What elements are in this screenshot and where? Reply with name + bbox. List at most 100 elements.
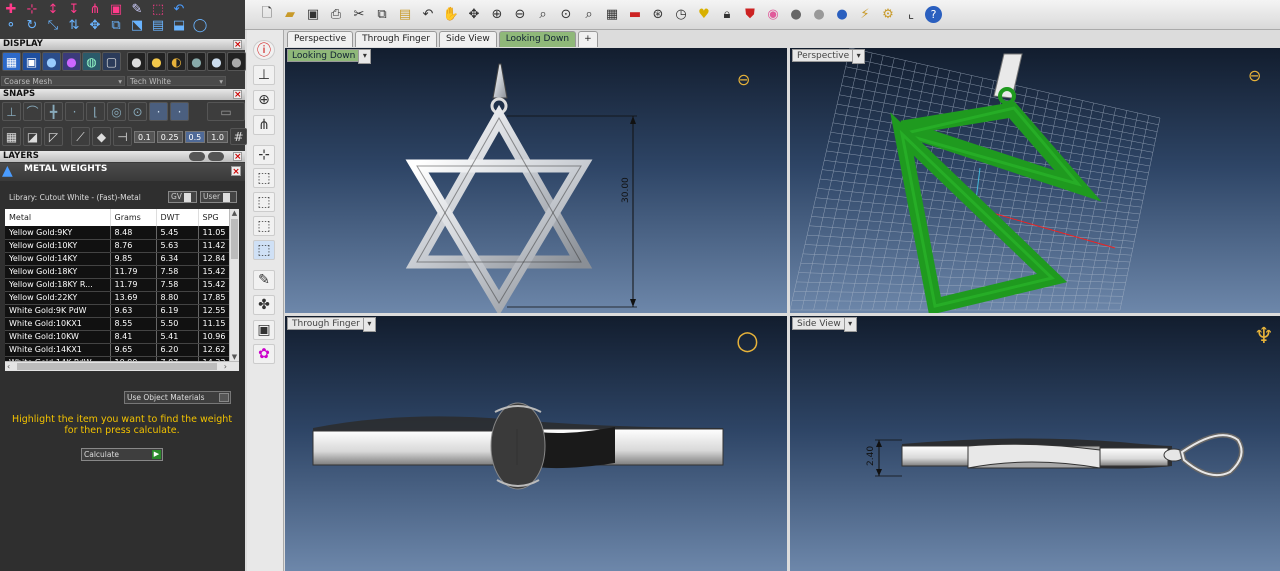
- mesh-dropdown[interactable]: Coarse Mesh: [1, 76, 125, 87]
- mid-snap-icon[interactable]: ·: [65, 102, 84, 121]
- help-icon[interactable]: ?: [925, 6, 942, 23]
- wand-icon[interactable]: ⚡︎: [856, 5, 874, 25]
- circle-icon[interactable]: ◯: [191, 17, 209, 34]
- cube-front-icon[interactable]: ⬚: [253, 192, 275, 212]
- undo-icon[interactable]: ↶: [419, 5, 437, 25]
- cube-side-icon[interactable]: ⬚: [253, 216, 275, 236]
- history-icon[interactable]: ⌞: [902, 5, 920, 25]
- blue-sphere-icon[interactable]: ●: [833, 5, 851, 25]
- diamond-icon[interactable]: ◆: [92, 127, 111, 146]
- center-snap-icon[interactable]: ◎: [107, 102, 126, 121]
- zoom-selected-icon[interactable]: ⌕: [580, 5, 598, 25]
- axis-icon[interactable]: ⊣: [113, 127, 132, 146]
- matte-sphere-icon[interactable]: ●: [187, 52, 206, 71]
- plane-icon[interactable]: ◪: [23, 127, 42, 146]
- ring-nav-icon[interactable]: ⊖: [737, 70, 750, 89]
- pendant-nav-icon[interactable]: ♆: [1254, 324, 1274, 349]
- grid-icon[interactable]: ▦: [603, 5, 621, 25]
- box-icon[interactable]: ▢: [102, 52, 121, 71]
- ring-nav-icon[interactable]: ○: [736, 326, 759, 356]
- column-header-dwt[interactable]: DWT: [156, 209, 199, 226]
- new-file-icon[interactable]: 🗋: [258, 5, 276, 25]
- color-wheel-icon[interactable]: ◉: [764, 5, 782, 25]
- close-icon[interactable]: ×: [231, 166, 241, 177]
- print-icon[interactable]: ⎙: [327, 5, 345, 25]
- column-header-metal[interactable]: Metal: [5, 209, 111, 226]
- move-icon[interactable]: ✥: [465, 5, 483, 25]
- use-object-materials-button[interactable]: Use Object Materials: [124, 391, 231, 404]
- puzzle-icon[interactable]: ✤: [253, 295, 275, 315]
- viewport-label[interactable]: Side View: [792, 317, 857, 332]
- table-row[interactable]: Yellow Gold:18KY R... 11.79 7.58 15.42: [5, 278, 239, 292]
- ruler-icon[interactable]: ◸: [44, 127, 63, 146]
- checkbox-icon[interactable]: [219, 393, 229, 402]
- array-icon[interactable]: ⧉: [107, 17, 125, 34]
- clock-icon[interactable]: ◷: [672, 5, 690, 25]
- scale-icon[interactable]: ⤡: [44, 17, 62, 34]
- render-icon[interactable]: ▬: [626, 5, 644, 25]
- stop-icon[interactable]: ⓘ: [253, 40, 275, 60]
- sphere-icon[interactable]: ●: [787, 5, 805, 25]
- snap-value-3[interactable]: 0.5: [184, 130, 206, 143]
- tangent-snap-icon[interactable]: ⊙: [128, 102, 147, 121]
- vertical-scrollbar[interactable]: ▲ ▼: [229, 209, 239, 361]
- point-snap-icon[interactable]: ╋: [44, 102, 63, 121]
- measure-icon[interactable]: ⟋: [71, 127, 90, 146]
- table-row[interactable]: Yellow Gold:9KY 8.48 5.45 11.05: [5, 226, 239, 240]
- open-folder-icon[interactable]: ▰: [281, 5, 299, 25]
- rotate-icon[interactable]: ↻: [23, 17, 41, 34]
- table-row[interactable]: Yellow Gold:18KY 11.79 7.58 15.42: [5, 265, 239, 279]
- eye-icon-2[interactable]: [208, 152, 224, 161]
- pan-hand-icon[interactable]: ✋: [442, 5, 460, 25]
- zoom-extents-icon[interactable]: ⊙: [557, 5, 575, 25]
- table-row[interactable]: Yellow Gold:14KY 9.85 6.34 12.84: [5, 252, 239, 266]
- gold-sphere-icon[interactable]: ●: [147, 52, 166, 71]
- eye-icon[interactable]: [189, 152, 205, 161]
- scroll-thumb[interactable]: [231, 219, 238, 259]
- table-row[interactable]: White Gold:14KX1 9.65 6.20 12.62: [5, 343, 239, 357]
- close-icon[interactable]: ×: [233, 40, 242, 50]
- zoom-in-icon[interactable]: ⊕: [488, 5, 506, 25]
- tab-looking-down[interactable]: Looking Down: [498, 31, 577, 47]
- snap-options-icon[interactable]: ▭: [207, 102, 245, 121]
- paste-icon[interactable]: ▤: [396, 5, 414, 25]
- shield-icon[interactable]: ⛊: [741, 5, 759, 25]
- scroll-thumb-h[interactable]: [17, 363, 217, 370]
- viewport-label[interactable]: Perspective: [792, 49, 866, 64]
- cube-top-icon[interactable]: ⬚: [253, 240, 275, 260]
- save-icon[interactable]: ▣: [304, 5, 322, 25]
- pencil-icon[interactable]: ✎: [253, 270, 275, 290]
- metal-weights-table[interactable]: Metal Grams DWT SPG Yellow Gold:9KY 8.48 5…: [5, 209, 239, 371]
- tab-side-view[interactable]: Side View: [439, 31, 497, 47]
- close-icon[interactable]: ×: [233, 152, 242, 162]
- table-row[interactable]: White Gold:10KX1 8.55 5.50 11.15: [5, 317, 239, 331]
- horizontal-scrollbar[interactable]: ‹ ›: [5, 361, 239, 371]
- table-row[interactable]: White Gold:9K PdW 9.63 6.19 12.55: [5, 304, 239, 318]
- grid-icon[interactable]: ▦: [2, 127, 21, 146]
- viewport-through-finger[interactable]: Through Finger ○: [285, 316, 787, 571]
- gv-button[interactable]: GV: [168, 191, 197, 203]
- lock-icon[interactable]: 🔒︎: [718, 5, 736, 25]
- axes-icon[interactable]: ⊹: [253, 145, 275, 165]
- tab-perspective[interactable]: Perspective: [287, 31, 354, 47]
- calculate-button[interactable]: Calculate ▶: [81, 448, 163, 461]
- mirror-icon[interactable]: ⇅: [65, 17, 83, 34]
- close-icon[interactable]: ×: [233, 90, 242, 100]
- move-icon[interactable]: ✥: [86, 17, 104, 34]
- crosshair-icon[interactable]: ⊕: [253, 90, 275, 110]
- silver-sphere-icon[interactable]: ●: [127, 52, 146, 71]
- blue-sphere-icon[interactable]: ●: [42, 52, 61, 71]
- gear-icon[interactable]: ✿: [253, 344, 275, 364]
- snap-value-4[interactable]: 1.0: [207, 130, 229, 143]
- globe-icon[interactable]: ◍: [82, 52, 101, 71]
- gem-sphere-icon[interactable]: ●: [227, 52, 246, 71]
- cube-view-icon[interactable]: ⬚: [253, 168, 275, 188]
- purple-sphere-icon[interactable]: ●: [62, 52, 81, 71]
- zoom-out-icon[interactable]: ⊖: [511, 5, 529, 25]
- table-row[interactable]: Yellow Gold:22KY 13.69 8.80 17.85: [5, 291, 239, 305]
- ring-nav-icon[interactable]: ⊖: [1248, 66, 1261, 85]
- viewport-label[interactable]: Looking Down: [287, 49, 372, 64]
- near-snap-icon[interactable]: ·: [149, 102, 168, 121]
- copy-icon[interactable]: ⧉: [373, 5, 391, 25]
- table-row[interactable]: Yellow Gold:10KY 8.76 5.63 11.42: [5, 239, 239, 253]
